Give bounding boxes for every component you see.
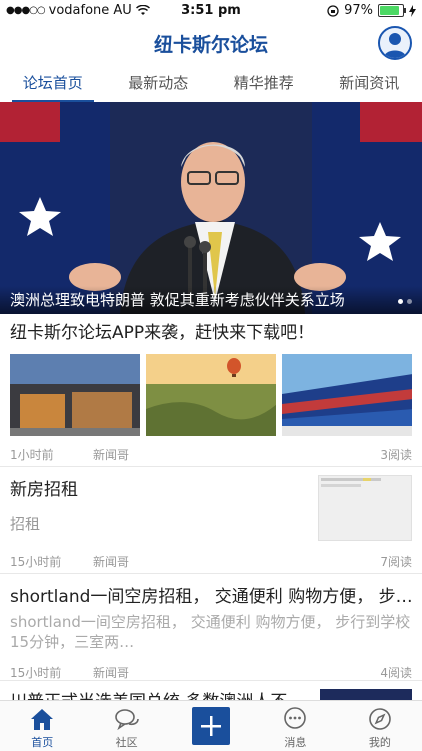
post-meta: 15小时前 新闻哥 4阅读: [0, 660, 422, 682]
banner-dot: [398, 299, 403, 304]
post-item[interactable]: 纽卡斯尔论坛APP来袭，赶快来下载吧！: [0, 314, 422, 467]
post-thumbnail-library: [10, 354, 140, 436]
post-thumbnail-landscape: [146, 354, 276, 436]
tabbar-community[interactable]: 社区: [84, 701, 168, 751]
post-author: 新闻哥: [93, 553, 129, 570]
banner-carousel[interactable]: 澳洲总理致电特朗普 敦促其重新考虑伙伴关系立场: [0, 102, 422, 314]
post-thumbnails: [0, 344, 422, 436]
post-read-count: 4阅读: [380, 664, 412, 681]
post-meta: 15小时前 新闻哥 7阅读: [0, 549, 422, 571]
banner-dot: [407, 299, 412, 304]
user-icon: [380, 28, 410, 58]
tabbar-home[interactable]: 首页: [0, 701, 84, 751]
post-feed: 纽卡斯尔论坛APP来袭，赶快来下载吧！: [0, 314, 422, 721]
post-meta: 1小时前 新闻哥 3阅读: [0, 442, 422, 464]
app-header: 纽卡斯尔论坛: [0, 22, 422, 66]
post-time: 1小时前: [10, 446, 54, 463]
banner-caption: 澳洲总理致电特朗普 敦促其重新考虑伙伴关系立场: [0, 286, 422, 314]
tabbar-label: 我的: [338, 734, 422, 750]
battery-icon: [378, 4, 404, 17]
post-time: 15小时前: [10, 664, 61, 681]
post-author: 新闻哥: [93, 664, 129, 681]
compass-icon: [367, 706, 393, 732]
home-icon: [29, 706, 55, 732]
post-thumbnail-screenshot: [318, 475, 412, 541]
post-item[interactable]: shortland一间空房招租， 交通便利 购物方便， 步… shortland…: [0, 574, 422, 681]
charging-icon: [409, 5, 416, 17]
banner-page-dots: [398, 299, 412, 304]
tab-forum-home[interactable]: 论坛首页: [0, 66, 106, 102]
app-title: 纽卡斯尔论坛: [0, 30, 422, 57]
tabbar-label: 消息: [253, 734, 337, 750]
post-time: 15小时前: [10, 553, 61, 570]
tab-news[interactable]: 新闻资讯: [317, 66, 422, 102]
battery-percent: 97%: [344, 3, 373, 18]
tabbar-label: 首页: [0, 734, 84, 750]
battery-fill: [380, 6, 399, 15]
tabbar-add-post[interactable]: [169, 701, 253, 751]
post-item[interactable]: 新房招租 招租 15小时前 新闻哥 7阅读: [0, 467, 422, 574]
user-avatar-button[interactable]: [378, 26, 412, 60]
bottom-tab-bar: 首页 社区 消息 我的: [0, 700, 422, 751]
tabbar-messages[interactable]: 消息: [253, 701, 337, 751]
tabbar-profile[interactable]: 我的: [338, 701, 422, 751]
tabbar-label: 社区: [84, 734, 168, 750]
tab-latest[interactable]: 最新动态: [106, 66, 212, 102]
status-bar: ●●●○○ vodafone AU 3:51 pm 97%: [0, 0, 422, 22]
post-title: shortland一间空房招租， 交通便利 购物方便， 步…: [0, 574, 422, 608]
post-snippet: shortland一间空房招租， 交通便利 购物方便， 步行到学校15分钟，三室…: [0, 608, 422, 660]
category-tabs: 论坛首页 最新动态 精华推荐 新闻资讯: [0, 66, 422, 103]
chat-bubbles-icon: [114, 706, 140, 732]
status-right: 97%: [327, 3, 416, 18]
post-thumbnail-stadium: [282, 354, 412, 436]
add-post-button[interactable]: [192, 707, 230, 745]
post-read-count: 7阅读: [380, 553, 412, 570]
post-title: 纽卡斯尔论坛APP来袭，赶快来下载吧！: [0, 314, 422, 344]
post-author: 新闻哥: [93, 446, 129, 463]
post-read-count: 3阅读: [380, 446, 412, 463]
plus-icon: [199, 714, 223, 738]
message-icon: [282, 706, 308, 732]
tab-featured[interactable]: 精华推荐: [211, 66, 317, 102]
banner-image: [0, 102, 422, 314]
rotation-lock-icon: [327, 5, 339, 17]
